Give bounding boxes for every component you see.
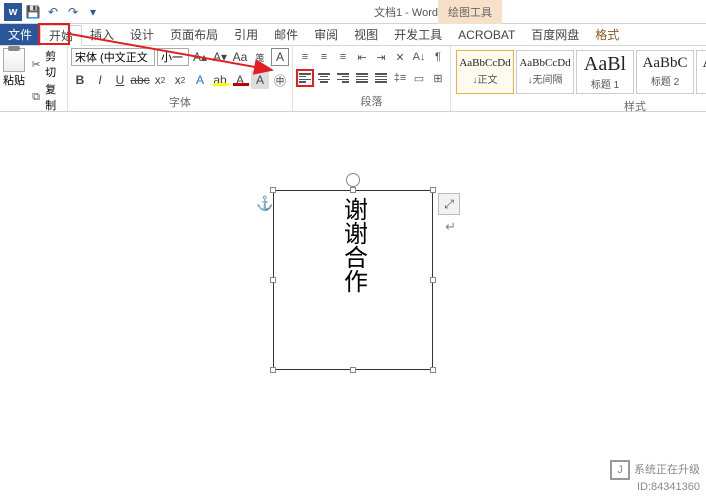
tab-developer[interactable]: 开发工具 bbox=[386, 24, 450, 45]
align-right-button[interactable] bbox=[334, 69, 352, 87]
align-distribute-button[interactable] bbox=[372, 69, 390, 87]
sort-button[interactable]: A↓ bbox=[410, 48, 428, 66]
redo-button[interactable]: ↷ bbox=[64, 3, 82, 21]
textbox-content[interactable]: 谢谢合作 bbox=[336, 197, 371, 369]
quick-access-toolbar: w 💾 ↶ ↷ ▾ bbox=[0, 3, 106, 21]
paste-icon bbox=[3, 48, 25, 72]
group-font: 宋体 (中文正文 小一 A▴ A▾ Aa 笺 A B I U abc x2 x2… bbox=[68, 46, 293, 111]
window-title: 文档1 - Word bbox=[106, 4, 706, 20]
group-paragraph: ≡ ≡ ≡ ⇤ ⇥ ✕ A↓ ¶ ‡≡ ▭ ⊞ 段落 bbox=[293, 46, 451, 111]
line-spacing-button[interactable]: ‡≡ bbox=[391, 69, 409, 87]
style-item-0[interactable]: AaBbCcDd↓正文 bbox=[456, 50, 514, 94]
word-app-icon: w bbox=[4, 3, 22, 21]
phonetic-guide-button[interactable]: 笺 bbox=[251, 48, 269, 66]
subscript-button[interactable]: x2 bbox=[151, 71, 169, 89]
resize-handle-e[interactable] bbox=[430, 277, 436, 283]
tab-design[interactable]: 设计 bbox=[122, 24, 162, 45]
contextual-tab-group: 绘图工具 bbox=[438, 0, 502, 24]
character-shading-button[interactable]: A bbox=[251, 71, 269, 89]
decrease-indent-button[interactable]: ⇤ bbox=[353, 48, 371, 66]
borders-button[interactable]: ⊞ bbox=[429, 69, 447, 87]
style-item-1[interactable]: AaBbCcDd↓无间隔 bbox=[516, 50, 574, 94]
group-clipboard: 粘贴 ✂剪切 ⧉复制 🖌格式刷 剪贴板 bbox=[0, 46, 68, 111]
italic-button[interactable]: I bbox=[91, 71, 109, 89]
change-case-button[interactable]: Aa bbox=[231, 48, 249, 66]
character-border-button[interactable]: A bbox=[271, 48, 289, 66]
cut-button[interactable]: ✂剪切 bbox=[30, 48, 64, 80]
strike-button[interactable]: abc bbox=[131, 71, 149, 89]
shading-button[interactable]: ▭ bbox=[410, 69, 428, 87]
style-item-4[interactable]: AaBbC标题 bbox=[696, 50, 706, 94]
tab-view[interactable]: 视图 bbox=[346, 24, 386, 45]
title-bar: w 💾 ↶ ↷ ▾ 文档1 - Word 绘图工具 bbox=[0, 0, 706, 24]
tab-references[interactable]: 引用 bbox=[226, 24, 266, 45]
copy-icon: ⧉ bbox=[30, 90, 42, 104]
paragraph-mark: ↵ bbox=[445, 219, 456, 235]
undo-button[interactable]: ↶ bbox=[44, 3, 62, 21]
align-left-button[interactable] bbox=[296, 69, 314, 87]
font-size-combo[interactable]: 小一 bbox=[157, 48, 189, 66]
tab-insert[interactable]: 插入 bbox=[82, 24, 122, 45]
multilevel-button[interactable]: ≡ bbox=[334, 48, 352, 66]
resize-handle-n[interactable] bbox=[350, 187, 356, 193]
font-name-combo[interactable]: 宋体 (中文正文 bbox=[71, 48, 155, 66]
numbering-button[interactable]: ≡ bbox=[315, 48, 333, 66]
enclose-char-button[interactable]: ㊥ bbox=[271, 71, 289, 89]
grow-font-button[interactable]: A▴ bbox=[191, 48, 209, 66]
tab-mailings[interactable]: 邮件 bbox=[266, 24, 306, 45]
tab-home[interactable]: 开始 bbox=[40, 25, 82, 46]
tab-format[interactable]: 格式 bbox=[587, 24, 627, 45]
paste-label: 粘贴 bbox=[3, 72, 25, 88]
font-color-button[interactable]: A bbox=[231, 71, 249, 89]
tab-review[interactable]: 审阅 bbox=[306, 24, 346, 45]
bold-button[interactable]: B bbox=[71, 71, 89, 89]
underline-button[interactable]: U bbox=[111, 71, 129, 89]
resize-handle-sw[interactable] bbox=[270, 367, 276, 373]
tab-acrobat[interactable]: ACROBAT bbox=[450, 24, 523, 45]
tab-file[interactable]: 文件 bbox=[0, 24, 40, 45]
show-marks-button[interactable]: ¶ bbox=[429, 48, 447, 66]
rotate-handle[interactable] bbox=[346, 173, 360, 187]
ribbon-tabs: 文件 开始 插入 设计 页面布局 引用 邮件 审阅 视图 开发工具 ACROBA… bbox=[0, 24, 706, 46]
watermark-logo-icon: J bbox=[610, 460, 630, 480]
text-effects-button[interactable]: A bbox=[191, 71, 209, 89]
layout-options-button[interactable]: ⤢ bbox=[438, 193, 460, 215]
resize-handle-se[interactable] bbox=[430, 367, 436, 373]
cut-icon: ✂ bbox=[30, 57, 42, 71]
tab-baidu[interactable]: 百度网盘 bbox=[523, 24, 587, 45]
watermark: J 系统正在升级 ID:84341360 bbox=[610, 460, 700, 494]
document-area[interactable]: ⚓ ⤢ ↵ 谢谢合作 bbox=[0, 112, 706, 500]
copy-button[interactable]: ⧉复制 bbox=[30, 81, 64, 113]
superscript-button[interactable]: x2 bbox=[171, 71, 189, 89]
align-center-button[interactable] bbox=[315, 69, 333, 87]
shrink-font-button[interactable]: A▾ bbox=[211, 48, 229, 66]
asian-layout-button[interactable]: ✕ bbox=[391, 48, 409, 66]
watermark-line1: 系统正在升级 bbox=[634, 464, 700, 476]
resize-handle-ne[interactable] bbox=[430, 187, 436, 193]
bullets-button[interactable]: ≡ bbox=[296, 48, 314, 66]
increase-indent-button[interactable]: ⇥ bbox=[372, 48, 390, 66]
font-group-label: 字体 bbox=[71, 92, 289, 112]
styles-gallery[interactable]: AaBbCcDd↓正文AaBbCcDd↓无间隔AaBl标题 1AaBbC标题 2… bbox=[454, 48, 706, 96]
ribbon: 粘贴 ✂剪切 ⧉复制 🖌格式刷 剪贴板 宋体 (中文正文 小一 A▴ A▾ Aa… bbox=[0, 46, 706, 112]
style-item-3[interactable]: AaBbC标题 2 bbox=[636, 50, 694, 94]
text-box[interactable]: ⚓ ⤢ ↵ 谢谢合作 bbox=[273, 190, 433, 370]
highlight-button[interactable]: ab bbox=[211, 71, 229, 89]
group-styles: AaBbCcDd↓正文AaBbCcDd↓无间隔AaBl标题 1AaBbC标题 2… bbox=[451, 46, 706, 111]
resize-handle-nw[interactable] bbox=[270, 187, 276, 193]
save-button[interactable]: 💾 bbox=[24, 3, 42, 21]
qat-customize[interactable]: ▾ bbox=[84, 3, 102, 21]
paragraph-group-label: 段落 bbox=[296, 91, 447, 111]
tab-layout[interactable]: 页面布局 bbox=[162, 24, 226, 45]
align-justify-button[interactable] bbox=[353, 69, 371, 87]
watermark-line2: ID:84341360 bbox=[637, 481, 700, 493]
style-item-2[interactable]: AaBl标题 1 bbox=[576, 50, 634, 94]
anchor-icon: ⚓ bbox=[256, 195, 273, 212]
resize-handle-s[interactable] bbox=[350, 367, 356, 373]
resize-handle-w[interactable] bbox=[270, 277, 276, 283]
